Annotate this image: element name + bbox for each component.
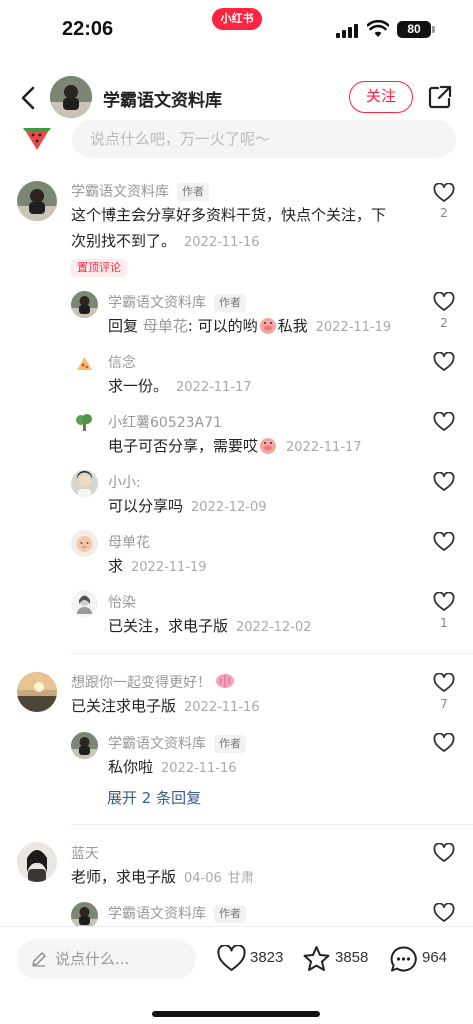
reply-text: 求 2022-11-19 (108, 557, 207, 575)
comment-input-placeholder: 说点什么... (55, 950, 130, 968)
reply-text: 求一份。 2022-11-17 (108, 377, 252, 395)
battery-cap (432, 26, 435, 33)
heart-icon[interactable] (433, 673, 455, 693)
author-badge: 作者 (214, 735, 246, 753)
collect-total: 3858 (335, 949, 369, 966)
author-badge: 作者 (214, 294, 246, 312)
comment-total: 964 (422, 949, 448, 966)
comment-text-line-1: 这个博主会分享好多资料干货，快点个关注，下 (71, 206, 387, 224)
avatar[interactable] (17, 672, 57, 712)
author-name[interactable]: 学霸语文资料库 (103, 86, 222, 111)
like-count: 2 (440, 316, 448, 330)
avatar[interactable] (71, 350, 98, 377)
header: 学霸语文资料库 关注 (0, 70, 473, 126)
back-chevron-icon[interactable] (14, 82, 42, 114)
app-indicator-pill: 小红书 (212, 8, 262, 30)
like-count: 1 (440, 616, 448, 630)
heart-icon[interactable] (433, 352, 455, 372)
reply-author[interactable]: 学霸语文资料库 作者 (108, 733, 246, 753)
heart-icon (217, 945, 246, 971)
avatar[interactable] (71, 291, 98, 318)
avatar[interactable] (71, 732, 98, 759)
heart-icon[interactable] (433, 472, 455, 492)
comment-location: 甘肃 (227, 871, 254, 886)
avatar[interactable] (17, 181, 57, 221)
heart-icon[interactable] (433, 903, 455, 923)
reply-mention: 母单花 (142, 317, 188, 335)
comment-text: 已关注求电子版 2022-11-16 (71, 697, 260, 715)
avatar[interactable] (71, 470, 98, 497)
home-indicator (152, 1011, 320, 1017)
pig-emoji-icon (259, 318, 276, 334)
expand-replies-link[interactable]: 展开 2 条回复 (107, 787, 201, 808)
pig-emoji-icon (260, 438, 277, 454)
like-count: 2 (440, 206, 448, 220)
reply-text: 电子可否分享，需要哎 2022-11-17 (108, 437, 362, 455)
reply-author[interactable]: 母单花 (108, 532, 150, 552)
author-badge: 作者 (214, 905, 246, 923)
divider (71, 824, 473, 825)
comment-author[interactable]: 想跟你一起变得更好！ (71, 672, 235, 692)
heart-icon[interactable] (433, 843, 455, 863)
bottom-action-bar: 说点什么... 3823 3858 964 (0, 926, 473, 1024)
like-count: 7 (440, 697, 448, 711)
reply-author[interactable]: 小小: (108, 472, 141, 492)
status-bar: 22:06 小红书 80 (0, 0, 473, 56)
collect-button[interactable]: 3858 (302, 945, 376, 975)
reply-author[interactable]: 小红薯60523A71 (108, 412, 222, 432)
heart-icon[interactable] (433, 292, 455, 312)
author-badge: 作者 (177, 183, 209, 201)
share-icon[interactable] (427, 84, 453, 110)
heart-icon[interactable] (433, 592, 455, 612)
reply-author[interactable]: 学霸语文资料库 作者 (108, 903, 246, 923)
wifi-icon (367, 20, 389, 37)
comment-author[interactable]: 学霸语文资料库 作者 (71, 181, 209, 201)
avatar[interactable] (71, 530, 98, 557)
like-button[interactable]: 3823 (217, 945, 291, 975)
like-total: 3823 (250, 949, 284, 966)
reply-author[interactable]: 怡染 (108, 592, 136, 612)
status-time: 22:06 (62, 18, 114, 40)
star-icon (303, 946, 330, 971)
reply-author[interactable]: 信念 (108, 352, 136, 372)
comment-input-top[interactable]: 说点什么吧，万一火了呢～ (72, 120, 456, 158)
heart-icon[interactable] (433, 183, 455, 203)
comment-author[interactable]: 蓝天 (71, 843, 99, 863)
comment-text: 老师，求电子版 04-06 甘肃 (71, 868, 254, 886)
battery-icon: 80 (397, 21, 431, 38)
comment-input-bottom[interactable]: 说点什么... (17, 939, 196, 979)
pencil-icon (32, 952, 46, 967)
reply-text: 回复 母单花: 可以的哟 私我 2022-11-19 (108, 317, 392, 335)
heart-icon[interactable] (433, 733, 455, 753)
comment-text-line-2: 次别找不到了。 2022-11-16 (71, 232, 260, 250)
comment-bubble-icon (390, 946, 417, 972)
watermelon-emoji-icon (23, 128, 51, 150)
reply-author[interactable]: 学霸语文资料库 作者 (108, 292, 246, 312)
avatar[interactable] (71, 410, 98, 437)
reply-text: 私你啦 2022-11-16 (108, 758, 237, 776)
pinned-badge: 置顶评论 (71, 259, 127, 277)
avatar[interactable] (17, 842, 57, 882)
avatar[interactable] (71, 590, 98, 617)
avatar[interactable] (71, 902, 98, 929)
follow-button[interactable]: 关注 (349, 81, 413, 113)
heart-icon[interactable] (433, 412, 455, 432)
brain-emoji-icon (216, 674, 234, 688)
reply-text: 可以分享吗 2022-12-09 (108, 497, 267, 515)
divider (71, 653, 473, 654)
heart-icon[interactable] (433, 532, 455, 552)
author-avatar[interactable] (50, 76, 92, 118)
reply-text: 已关注，求电子版 2022-12-02 (108, 617, 312, 635)
cellular-signal-icon (336, 24, 360, 38)
comment-button[interactable]: 964 (389, 945, 459, 975)
